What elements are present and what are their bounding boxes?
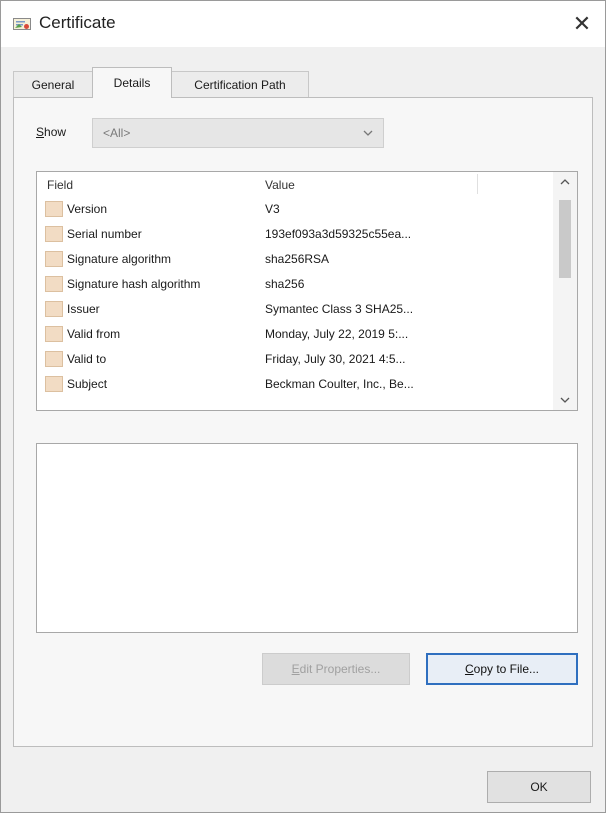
field-name: Issuer [67, 302, 100, 316]
field-detail-textbox[interactable] [36, 443, 578, 633]
list-item[interactable]: Version V3 [37, 198, 553, 223]
field-value: Friday, July 30, 2021 4:5... [265, 352, 406, 366]
field-name: Valid from [67, 327, 121, 341]
tab-details[interactable]: Details [92, 67, 172, 98]
field-name: Version [67, 202, 108, 216]
show-dropdown[interactable]: <All> [92, 118, 384, 148]
list-item[interactable]: Serial number 193ef093a3d59325c55ea... [37, 223, 553, 248]
field-name: Subject [67, 377, 108, 391]
certificate-field-icon [45, 301, 63, 317]
list-item[interactable]: Signature hash algorithm sha256 [37, 273, 553, 298]
column-divider[interactable] [477, 174, 478, 194]
ok-label: OK [530, 780, 548, 794]
field-value: sha256 [265, 277, 305, 291]
edit-properties-label: dit Properties... [299, 662, 381, 676]
field-name: Signature algorithm [67, 252, 172, 266]
window-title: Certificate [39, 13, 116, 32]
field-value: Beckman Coulter, Inc., Be... [265, 377, 414, 391]
list-header: Field Value [37, 172, 553, 196]
edit-properties-button[interactable]: Edit Properties... [262, 653, 410, 685]
list-rows: Version V3 Serial number 193ef093a3d5932… [37, 198, 553, 398]
edit-properties-access-key: E [291, 662, 300, 676]
certificate-field-icon [45, 226, 63, 242]
field-value: Symantec Class 3 SHA25... [265, 302, 414, 316]
field-value: sha256RSA [265, 252, 330, 266]
show-label: Show [36, 125, 66, 139]
field-name: Serial number [67, 227, 142, 241]
list-item[interactable]: Valid from Monday, July 22, 2019 5:... [37, 323, 553, 348]
field-value: 193ef093a3d59325c55ea... [265, 227, 412, 241]
certificate-field-icon [45, 376, 63, 392]
ok-button[interactable]: OK [487, 771, 591, 803]
close-icon: ✕ [572, 11, 592, 36]
vertical-scrollbar[interactable] [553, 172, 577, 410]
chevron-down-icon [363, 130, 373, 136]
certificate-icon [13, 18, 31, 30]
certificate-field-icon [45, 276, 63, 292]
chevron-up-icon [560, 179, 570, 185]
certificate-dialog: Certificate ✕ General Details Certificat… [0, 0, 606, 813]
tab-label: General [31, 77, 75, 92]
column-header-field[interactable]: Field [47, 178, 73, 192]
title-bar: Certificate ✕ [1, 1, 605, 47]
show-label-text: how [44, 125, 67, 139]
show-dropdown-value: <All> [103, 126, 131, 140]
tab-label: Details [113, 76, 151, 90]
tab-general[interactable]: General [13, 71, 93, 97]
field-value: V3 [265, 202, 280, 216]
certificate-field-icon [45, 201, 63, 217]
details-panel: Show <All> Field Value Version V3 Serial… [13, 97, 593, 747]
column-header-value[interactable]: Value [265, 178, 295, 192]
list-item[interactable]: Signature algorithm sha256RSA [37, 248, 553, 273]
copy-to-file-access-key: C [464, 662, 474, 676]
scroll-down-button[interactable] [553, 390, 577, 410]
certificate-field-icon [45, 326, 63, 342]
field-value: Monday, July 22, 2019 5:... [265, 327, 409, 341]
tab-certification-path[interactable]: Certification Path [171, 71, 309, 97]
scroll-up-button[interactable] [553, 172, 577, 192]
tab-label: Certification Path [194, 77, 286, 92]
list-item[interactable]: Subject Beckman Coulter, Inc., Be... [37, 373, 553, 398]
field-name: Signature hash algorithm [67, 277, 201, 291]
show-label-access-key: S [36, 125, 45, 139]
chevron-down-icon [560, 397, 570, 403]
certificate-field-icon [45, 251, 63, 267]
copy-to-file-label: opy to File... [473, 662, 540, 676]
close-button[interactable]: ✕ [559, 1, 605, 47]
list-item[interactable]: Issuer Symantec Class 3 SHA25... [37, 298, 553, 323]
tab-strip: General Details Certification Path [13, 67, 593, 98]
field-name: Valid to [67, 352, 107, 366]
list-item[interactable]: Valid to Friday, July 30, 2021 4:5... [37, 348, 553, 373]
scroll-thumb[interactable] [559, 200, 571, 278]
copy-to-file-button[interactable]: Copy to File... [426, 653, 578, 685]
certificate-field-icon [45, 351, 63, 367]
field-list[interactable]: Field Value Version V3 Serial number 193… [36, 171, 578, 411]
